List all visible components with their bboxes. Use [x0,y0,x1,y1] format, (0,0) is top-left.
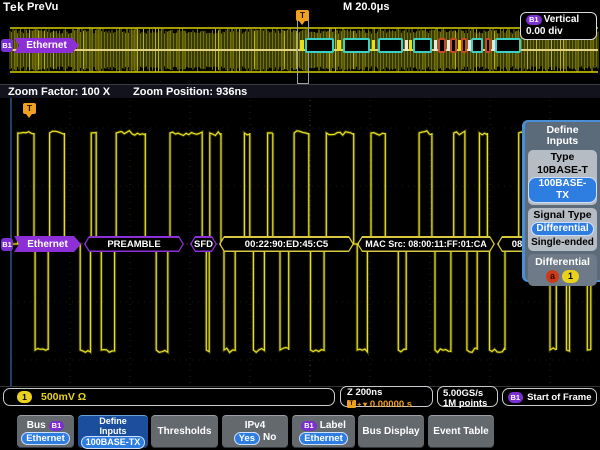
trigger-position-icon: T [347,400,356,408]
b1-badge: B1 [526,15,542,25]
differential-heading: Differential [528,256,597,269]
panel-title: Define Inputs [525,122,600,147]
overview-bus-badge: B1 [1,39,13,52]
zoom-waveform-area: T B1 Ethernet PREAMBLE SFD 00:22:90:ED:4… [0,98,600,387]
menu-button-define-inputs[interactable]: Define Inputs 100BASE-TX [78,415,148,448]
overview-decode-tick [409,40,412,51]
menu-button-bus-display[interactable]: Bus Display [358,415,424,448]
decode-bus-badge: B1 [1,238,13,251]
menu-button-ipv4[interactable]: IPv4 Yes No [222,415,288,448]
trigger-arrows-icon: +▼ [357,400,369,409]
zoom-timebase: Z 200ns [347,388,432,398]
signal-option-differential[interactable]: Differential [531,222,593,236]
overview-packet-box [413,38,432,53]
panel-section-differential-source: Differential a 1 [528,254,597,286]
acquisition-readout: 5.00GS/s 1M points [437,386,498,407]
define-inputs-pill: 100BASE-TX [81,436,146,449]
bus-vertical-readout: B1 Vertical 0.00 div [520,12,597,40]
channel-1-badge: 1 [17,391,32,403]
b1-badge: B1 [49,421,65,431]
panel-section-signal-type: Signal Type Differential Single-ended [528,208,597,251]
vertical-value: 0.00 div [526,26,563,38]
oscilloscope-screen: Tek PreVu M 20.0μs B1 Ethernet T B1 Vert… [0,0,600,450]
overview-packet-box [438,38,446,53]
decode-field-mac-dest: 00:22:90:ED:45:C5 [219,236,354,252]
bus-ethernet-pill: Ethernet [21,432,70,445]
menu-button-bus[interactable]: Bus B1 Ethernet [17,415,74,448]
record-length: 1M points [443,399,497,409]
overview-packet-box [305,38,334,53]
overview-packet-box [471,38,483,53]
panel-section-type: Type 10BASE-T 100BASE-TX [528,150,597,205]
b1-badge: B1 [301,421,317,431]
overview-decode-tick [337,40,341,51]
type-option-10base-t[interactable]: 10BASE-T [528,164,597,177]
ipv4-yes-pill: Yes [234,432,260,445]
channel-scale-readout: 500mV Ω [41,391,86,403]
signal-option-single-ended[interactable]: Single-ended [528,236,597,249]
label-ethernet-pill: Ethernet [299,432,348,445]
channel-1-source-badge[interactable]: 1 [562,270,579,283]
b1-badge: B1 [508,392,524,403]
multipurpose-a-badge[interactable]: a [546,270,559,283]
menu-button-event-table[interactable]: Event Table [428,415,494,448]
decode-field-sfd: SFD [190,236,217,252]
bus-event-text: Start of Frame [527,392,591,403]
zoom-position-readout: Zoom Position: 936ns [133,86,247,98]
trigger-position-value: 0.00000 s [370,399,412,410]
sample-rate: 5.00GS/s [443,389,497,399]
decode-field-mac-src: MAC Src: 08:00:11:FF:01:CA [357,236,495,252]
decode-bus-label[interactable]: Ethernet [14,236,81,252]
zoom-trigger-marker-icon[interactable]: T [23,103,36,114]
overview-bus-label[interactable]: Ethernet [14,38,79,53]
overview-decode-tick [300,40,304,51]
overview-decode-tick [372,40,375,51]
type-heading: Type [528,151,597,164]
bus-event-readout: B1 Start of Frame [502,388,597,406]
trigger-marker-icon[interactable]: T [296,10,309,21]
menu-button-label[interactable]: B1 Label Ethernet [292,415,355,448]
signal-type-heading: Signal Type [528,209,597,222]
overview-packet-box [450,38,457,53]
zoom-info-bar: Zoom Factor: 100 X Zoom Position: 936ns [0,84,600,98]
zoom-factor-readout: Zoom Factor: 100 X [8,86,110,98]
bottom-menu-bar: Bus B1 Ethernet Define Inputs 100BASE-TX… [0,412,600,450]
decode-field-preamble: PREAMBLE [84,236,184,252]
zoom-scale-readout: Z 200ns T +▼ 0.00000 s [340,386,433,407]
overview-decode-tick [405,40,408,51]
overview-packet-box [343,38,370,53]
channel-readout: 1 500mV Ω [3,388,335,406]
ipv4-no-label: No [263,432,276,444]
overview-packet-box [461,38,467,53]
overview-packet-box [485,38,491,53]
overview-decode-tick [434,40,437,51]
overview-packet-box [378,38,403,53]
overview-packet-box [495,38,521,53]
menu-button-thresholds[interactable]: Thresholds [151,415,218,448]
define-inputs-panel: Define Inputs Type 10BASE-T 100BASE-TX S… [522,120,600,282]
type-option-100base-tx[interactable]: 100BASE-TX [528,177,597,203]
vertical-label: Vertical [544,14,580,26]
